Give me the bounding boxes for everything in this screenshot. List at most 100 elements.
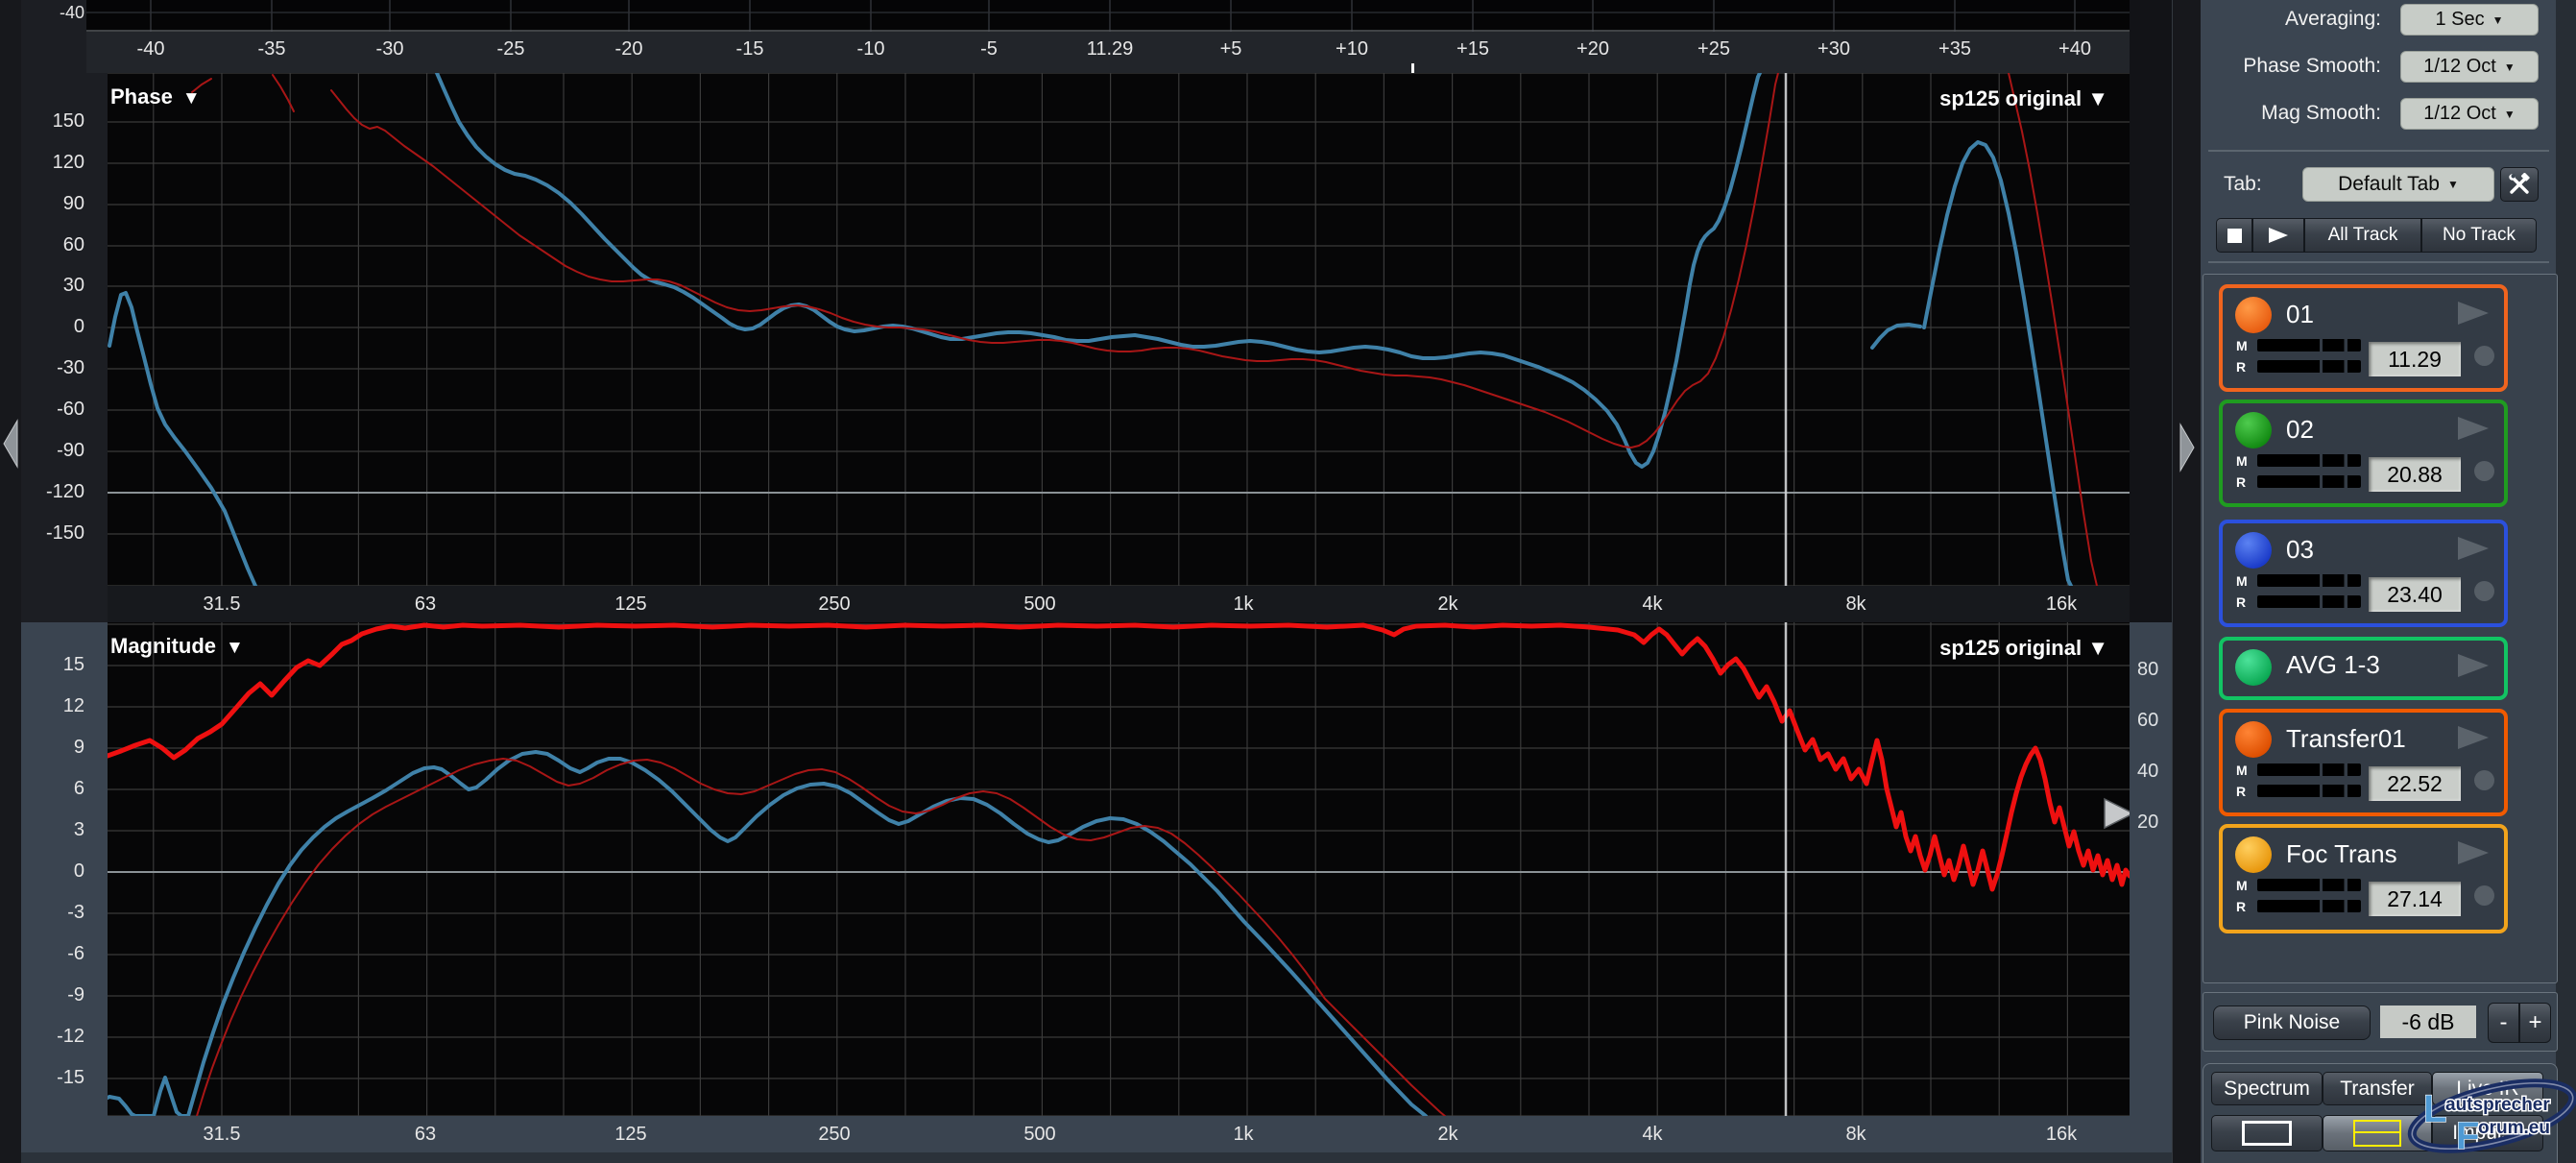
no-track-button[interactable]: No Track: [2421, 218, 2537, 253]
collapse-right-icon[interactable]: [2179, 423, 2196, 472]
stop-button[interactable]: [2216, 218, 2252, 253]
measurement-dot[interactable]: [2474, 461, 2494, 481]
control-row-1: Phase Smooth:1/12 Oct▼: [2201, 51, 2546, 82]
measurement-value[interactable]: 20.88: [2369, 457, 2461, 492]
phase-freq-label: 31.5: [204, 594, 241, 616]
ruler-tick-label: 11.29: [1087, 38, 1134, 61]
generator-level-marker-icon[interactable]: [2105, 799, 2130, 828]
measurement-ball[interactable]: [2235, 412, 2272, 448]
phase-freq-label: 1k: [1233, 594, 1253, 616]
right-collapse-strip[interactable]: [2172, 0, 2202, 1163]
meter-m: [2257, 339, 2361, 351]
control-select-1[interactable]: 1/12 Oct▼: [2400, 51, 2539, 83]
tab-transfer[interactable]: Transfer: [2323, 1072, 2432, 1105]
separator: [2208, 261, 2549, 263]
view-split-pane-button[interactable]: [2323, 1115, 2432, 1151]
phase-trace-dropdown-icon[interactable]: ▼: [2087, 86, 2108, 110]
measurement-play-icon[interactable]: [2456, 415, 2491, 442]
collapse-left-icon[interactable]: [2, 419, 19, 469]
measurement-row-03[interactable]: 03MR23.40: [2219, 520, 2508, 627]
phase-panel-title[interactable]: Phase▼: [110, 85, 201, 109]
measurement-ball[interactable]: [2235, 532, 2272, 569]
measurement-dot[interactable]: [2474, 885, 2494, 906]
measurement-dot[interactable]: [2474, 770, 2494, 790]
separator: [2208, 150, 2549, 152]
measurement-row-foctrans[interactable]: Foc TransMR27.14: [2219, 824, 2508, 933]
phase-plot[interactable]: [108, 73, 2130, 586]
split-pane-icon: [2353, 1120, 2401, 1147]
stop-icon: [2227, 229, 2242, 243]
magnitude-trace-label[interactable]: sp125 original ▼: [1939, 636, 2108, 661]
control-row-0: Averaging:1 Sec▼: [2201, 4, 2546, 35]
measurement-play-icon[interactable]: [2456, 724, 2491, 751]
magnitude-freq-label: 500: [1023, 1124, 1055, 1146]
phase-y-tick-label: -120: [29, 481, 84, 503]
play-button[interactable]: [2252, 218, 2304, 253]
phase-trace-label[interactable]: sp125 original ▼: [1939, 86, 2108, 111]
tab-settings-button[interactable]: [2500, 167, 2539, 202]
control-select-2[interactable]: 1/12 Oct▼: [2400, 98, 2539, 130]
meter-r-label: R: [2236, 784, 2253, 799]
measurement-row-02[interactable]: 02MR20.88: [2219, 400, 2508, 507]
measurement-value[interactable]: 23.40: [2369, 577, 2461, 612]
tab-select[interactable]: Default Tab ▼: [2302, 167, 2494, 202]
magnitude-freq-label: 2k: [1437, 1124, 1457, 1146]
generator-panel: Pink Noise -6 dB - +: [2203, 992, 2558, 1052]
measurement-ball[interactable]: [2235, 297, 2272, 333]
left-collapse-strip[interactable]: [0, 0, 22, 1163]
measurement-play-icon[interactable]: [2456, 652, 2491, 679]
measurement-value[interactable]: 27.14: [2369, 882, 2461, 916]
phase-right-margin: [2130, 0, 2172, 622]
meter-r: [2257, 595, 2361, 608]
measurement-play-icon[interactable]: [2456, 839, 2491, 866]
control-select-value: 1/12 Oct: [2423, 103, 2496, 125]
phase-title-dropdown-icon[interactable]: ▼: [182, 88, 201, 109]
measurement-ball[interactable]: [2235, 649, 2272, 686]
magnitude-panel-title[interactable]: Magnitude▼: [110, 634, 244, 659]
magnitude-y-tick-label: -15: [29, 1067, 84, 1089]
measurement-dot[interactable]: [2474, 346, 2494, 366]
meter-r: [2257, 360, 2361, 373]
measurement-row-transfer01[interactable]: Transfer01MR22.52: [2219, 709, 2508, 816]
tab-spectrum[interactable]: Spectrum: [2211, 1072, 2323, 1105]
ruler-tick-label: -5: [980, 38, 998, 61]
phase-y-tick-label: 60: [29, 234, 84, 256]
magnitude-freq-label: 125: [614, 1124, 646, 1146]
measurement-row-avg13[interactable]: AVG 1-3: [2219, 637, 2508, 700]
impulse-overview-plot[interactable]: [86, 0, 2130, 32]
level-plus-button[interactable]: +: [2519, 1003, 2551, 1043]
meter-r-label: R: [2236, 899, 2253, 914]
pink-noise-button[interactable]: Pink Noise: [2213, 1006, 2371, 1040]
measurement-value[interactable]: 22.52: [2369, 766, 2461, 801]
control-select-0[interactable]: 1 Sec▼: [2400, 4, 2539, 36]
tab-impulse[interactable]: Impulse: [2432, 1115, 2543, 1151]
play-icon: [2268, 227, 2289, 244]
meter-m: [2257, 763, 2361, 776]
magnitude-trace-dropdown-icon[interactable]: ▼: [2087, 636, 2108, 660]
measurement-play-icon[interactable]: [2456, 300, 2491, 327]
ruler-tick-label: +25: [1697, 38, 1730, 61]
magnitude-y-tick-label: -6: [29, 943, 84, 965]
tab-live-ir[interactable]: Live IR: [2432, 1072, 2543, 1105]
measurement-row-01[interactable]: 01MR11.29: [2219, 284, 2508, 392]
ruler-tick-label: -35: [258, 38, 286, 61]
control-label: Mag Smooth:: [2261, 102, 2381, 125]
magnitude-y-tick-label: -9: [29, 984, 84, 1006]
trace-reference-red-high-freq: [2009, 73, 2097, 586]
magnitude-plot[interactable]: [108, 622, 2130, 1116]
measurement-value[interactable]: 11.29: [2369, 342, 2461, 376]
level-minus-button[interactable]: -: [2488, 1003, 2519, 1043]
measurement-play-icon[interactable]: [2456, 535, 2491, 562]
phase-y-tick-label: -60: [29, 399, 84, 421]
phase-y-tick-label: 30: [29, 275, 84, 297]
measurement-ball[interactable]: [2235, 721, 2272, 758]
ruler-tick-label: +40: [2058, 38, 2091, 61]
phase-y-tick-label: -90: [29, 440, 84, 462]
magnitude-trace-name: sp125 original: [1939, 636, 2082, 660]
magnitude-title-dropdown-icon[interactable]: ▼: [226, 638, 244, 658]
measurement-list: 01MR11.2902MR20.8803MR23.40AVG 1-3Transf…: [2203, 274, 2558, 983]
measurement-dot[interactable]: [2474, 581, 2494, 601]
view-single-pane-button[interactable]: [2211, 1115, 2323, 1151]
measurement-ball[interactable]: [2235, 836, 2272, 873]
all-track-button[interactable]: All Track: [2304, 218, 2421, 253]
